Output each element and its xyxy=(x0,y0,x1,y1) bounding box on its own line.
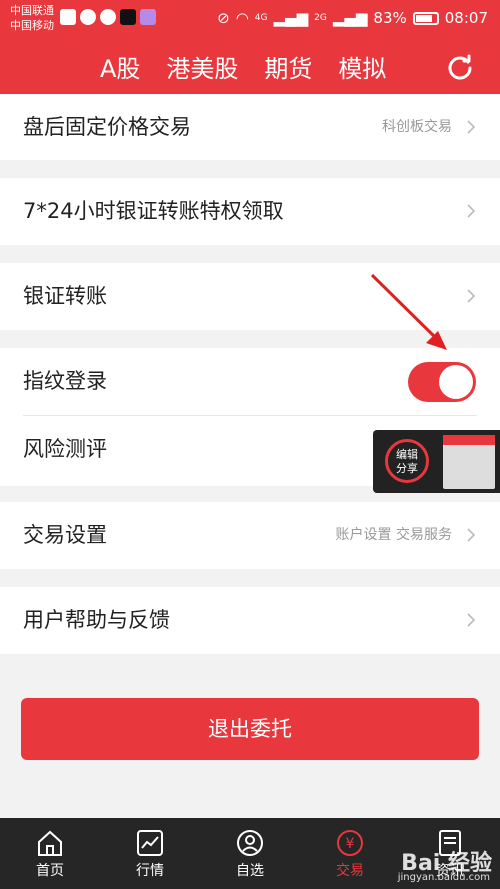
risk-assessment-label[interactable]: 风险测评 xyxy=(23,416,107,483)
carrier-2: 中国移动 xyxy=(10,19,54,32)
app-notification-icon xyxy=(60,9,76,25)
battery-percent: 83% xyxy=(373,9,407,27)
bottom-nav-label: 行情 xyxy=(136,863,164,879)
toggle-knob xyxy=(439,365,473,399)
chart-icon xyxy=(137,830,163,856)
menu-item-hint: 账户设置 交易服务 xyxy=(335,527,452,543)
chevron-right-icon xyxy=(467,289,476,303)
bottom-nav-label: 首页 xyxy=(36,863,64,879)
notification-icons xyxy=(60,9,156,25)
menu-item-label: 7*24小时银证转账特权领取 xyxy=(23,199,284,223)
menu-item-after-hours[interactable]: 盘后固定价格交易 科创板交易 xyxy=(0,94,500,160)
menu-item-label: 银证转账 xyxy=(23,284,107,308)
bottom-nav-label: 交易 xyxy=(336,863,364,879)
fingerprint-login-toggle[interactable] xyxy=(408,362,476,402)
music-icon xyxy=(140,9,156,25)
battery-icon xyxy=(412,11,439,25)
top-nav: A股 港美股 期货 模拟 xyxy=(0,38,500,100)
tiktok-icon xyxy=(120,9,136,25)
screenshot-float-panel[interactable]: 编辑 分享 xyxy=(373,430,500,493)
bottom-nav-label: 自选 xyxy=(236,863,264,879)
edit-share-button[interactable]: 编辑 分享 xyxy=(385,439,429,483)
share-label: 分享 xyxy=(396,462,418,475)
tab-hk-us-stocks[interactable]: 港美股 xyxy=(166,52,238,86)
home-icon xyxy=(38,830,62,856)
carrier-info: 中国联通 中国移动 xyxy=(10,3,54,33)
refresh-icon[interactable] xyxy=(446,54,474,82)
tab-simulation[interactable]: 模拟 xyxy=(338,52,386,86)
tab-futures[interactable]: 期货 xyxy=(264,52,312,86)
wifi-icon: ◠ xyxy=(235,9,249,27)
carrier-1: 中国联通 xyxy=(10,4,54,17)
fingerprint-login-label: 指纹登录 xyxy=(23,369,107,393)
tab-a-shares[interactable]: A股 xyxy=(100,52,140,86)
wechat-icon xyxy=(100,9,116,25)
svg-text:¥: ¥ xyxy=(346,836,355,852)
menu-item-label: 交易设置 xyxy=(23,523,107,547)
chevron-right-icon xyxy=(467,528,476,542)
watermark-url: jingyan.baidu.com xyxy=(397,872,490,883)
bottom-nav-market[interactable]: 行情 xyxy=(100,818,200,889)
network-2: 2G xyxy=(314,13,327,23)
network-1: 4G xyxy=(254,13,268,23)
chevron-right-icon xyxy=(467,120,476,134)
bottom-nav-home[interactable]: 首页 xyxy=(0,818,100,889)
status-right: ⊘ ◠ 4G ▂▄▆ 2G ▂▄▆ 83% 08:07 xyxy=(217,9,488,27)
mute-icon: ⊘ xyxy=(217,9,230,27)
menu-item-help-feedback[interactable]: 用户帮助与反馈 xyxy=(0,587,500,654)
menu-item-bank-transfer[interactable]: 银证转账 xyxy=(0,263,500,330)
message-icon xyxy=(80,9,96,25)
signal-icon-2: ▂▄▆ xyxy=(332,9,368,27)
user-icon xyxy=(237,830,263,856)
menu-item-hint: 科创板交易 xyxy=(382,119,452,135)
logout-button[interactable]: 退出委托 xyxy=(21,698,479,760)
menu-item-transfer-privilege[interactable]: 7*24小时银证转账特权领取 xyxy=(0,178,500,245)
screenshot-thumbnail[interactable] xyxy=(443,435,495,489)
menu-item-trade-settings[interactable]: 交易设置 账户设置 交易服务 xyxy=(0,502,500,569)
status-bar: 中国联通 中国移动 ⊘ ◠ 4G ▂▄▆ 2G ▂▄▆ 83% 08:07 xyxy=(0,0,500,38)
clock: 08:07 xyxy=(444,9,488,27)
bottom-nav-trade[interactable]: ¥ 交易 xyxy=(300,818,400,889)
menu-item-label: 盘后固定价格交易 xyxy=(23,115,191,139)
signal-icon-1: ▂▄▆ xyxy=(273,9,309,27)
market-tabs: A股 港美股 期货 模拟 xyxy=(100,52,386,86)
yuan-icon: ¥ xyxy=(337,830,363,856)
edit-label: 编辑 xyxy=(396,448,418,461)
menu-item-label: 用户帮助与反馈 xyxy=(23,608,170,632)
chevron-right-icon xyxy=(467,204,476,218)
chevron-right-icon xyxy=(467,613,476,627)
bottom-nav-watchlist[interactable]: 自选 xyxy=(200,818,300,889)
